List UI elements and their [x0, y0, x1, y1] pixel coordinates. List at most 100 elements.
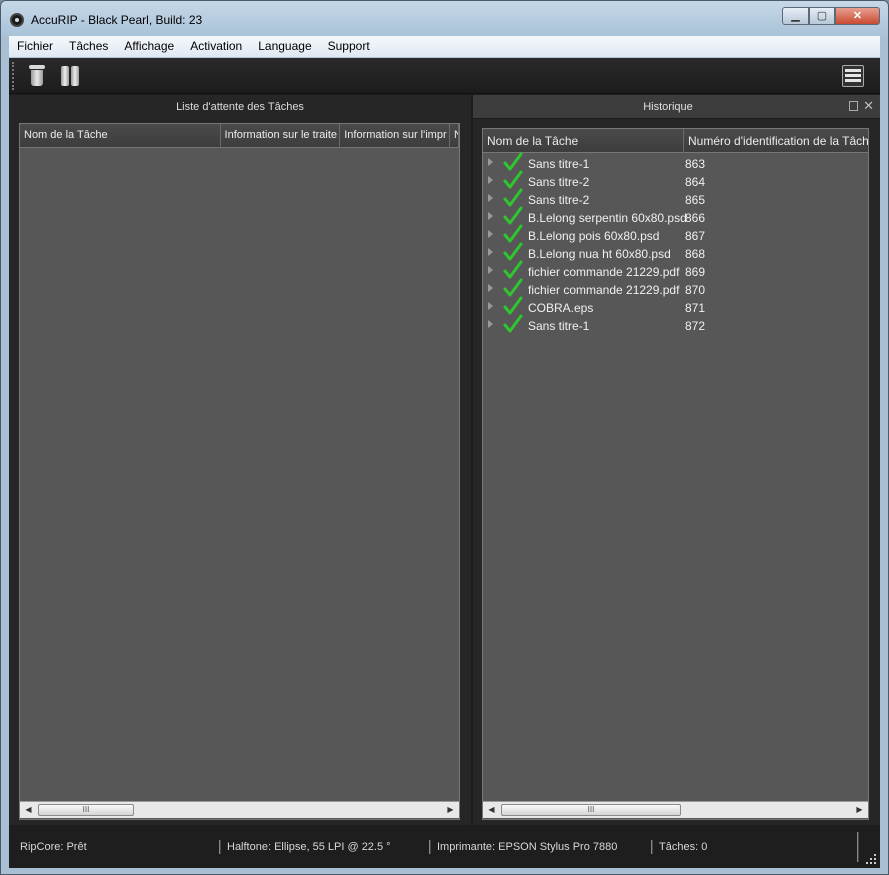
printer-label: Imprimante:: [437, 841, 496, 853]
checkmark-icon: [503, 170, 523, 189]
status-halftone: Halftone: Ellipse, 55 LPI @ 22.5 °: [227, 841, 391, 853]
table-row[interactable]: B.Lelong pois 60x80.psd 867: [483, 224, 868, 244]
task-name: fichier commande 21229.pdf: [528, 283, 680, 297]
task-id: 869: [685, 265, 706, 279]
ripcore-value: Prêt: [66, 841, 87, 853]
queue-hscrollbar[interactable]: ◀ III ▶: [20, 801, 459, 818]
task-id: 865: [685, 193, 706, 207]
queue-panel: Liste d'attente des Tâches Nom de la Tâc…: [9, 95, 471, 825]
app-logo-icon[interactable]: [10, 13, 24, 27]
menu-bar: Fichier Tâches Affichage Activation Lang…: [9, 36, 880, 58]
expand-arrow-icon[interactable]: [488, 266, 493, 274]
scroll-thumb[interactable]: III: [501, 804, 681, 816]
toolbar: [9, 58, 880, 94]
task-id: 868: [685, 247, 706, 261]
checkmark-icon: [503, 314, 523, 333]
table-row[interactable]: Sans titre-1 872: [483, 314, 868, 334]
expand-arrow-icon[interactable]: [488, 194, 493, 202]
expand-arrow-icon[interactable]: [488, 320, 493, 328]
close-button[interactable]: ✕: [835, 7, 880, 25]
table-row[interactable]: COBRA.eps 871: [483, 296, 868, 316]
task-name: Sans titre-2: [528, 175, 590, 189]
expand-arrow-icon[interactable]: [488, 284, 493, 292]
history-col-id[interactable]: Numéro d'identification de la Tâch: [684, 129, 868, 153]
task-id: 870: [685, 283, 706, 297]
queue-col-printer[interactable]: Information sur l'impr: [340, 124, 450, 148]
task-name: B.Lelong serpentin 60x80.psd: [528, 211, 687, 225]
title-bar[interactable]: AccuRIP - Black Pearl, Build: 23 ▁ ▢ ✕: [1, 1, 888, 36]
expand-arrow-icon[interactable]: [488, 176, 493, 184]
halftone-value: Ellipse, 55 LPI @ 22.5 °: [274, 841, 391, 853]
menu-support[interactable]: Support: [320, 36, 378, 58]
printer-value: EPSON Stylus Pro 7880: [498, 841, 618, 853]
queue-title: Liste d'attente des Tâches: [176, 101, 304, 113]
menu-language[interactable]: Language: [250, 36, 319, 58]
task-id: 871: [685, 301, 706, 315]
table-row[interactable]: B.Lelong nua ht 60x80.psd 868: [483, 242, 868, 262]
halftone-label: Halftone:: [227, 841, 272, 853]
task-name: fichier commande 21229.pdf: [528, 265, 680, 279]
checkmark-icon: [503, 278, 523, 297]
expand-arrow-icon[interactable]: [488, 248, 493, 256]
history-table[interactable]: Nom de la Tâche Numéro d'identification …: [482, 128, 869, 820]
task-id: 867: [685, 229, 706, 243]
menu-affichage[interactable]: Affichage: [116, 36, 182, 58]
history-col-name[interactable]: Nom de la Tâche: [483, 129, 684, 153]
history-hscrollbar[interactable]: ◀ III ▶: [483, 801, 868, 818]
minimize-button[interactable]: ▁: [782, 7, 809, 25]
history-table-header: Nom de la Tâche Numéro d'identification …: [483, 129, 868, 153]
scroll-right-icon[interactable]: ▶: [442, 802, 459, 818]
scroll-left-icon[interactable]: ◀: [483, 802, 500, 818]
expand-arrow-icon[interactable]: [488, 302, 493, 310]
queue-table[interactable]: Nom de la Tâche Information sur le trait…: [19, 123, 460, 820]
queue-col-n[interactable]: N: [450, 124, 459, 148]
expand-arrow-icon[interactable]: [488, 212, 493, 220]
tasks-value: 0: [701, 841, 708, 853]
task-name: COBRA.eps: [528, 301, 594, 315]
queue-col-processing[interactable]: Information sur le traite: [221, 124, 341, 148]
window-controls: ▁ ▢ ✕: [782, 7, 880, 25]
history-dock-header[interactable]: Historique ✕: [473, 95, 880, 119]
resize-grip-icon[interactable]: [866, 854, 876, 864]
scroll-left-icon[interactable]: ◀: [20, 802, 37, 818]
task-name: B.Lelong pois 60x80.psd: [528, 229, 660, 243]
task-name: B.Lelong nua ht 60x80.psd: [528, 247, 671, 261]
expand-arrow-icon[interactable]: [488, 230, 493, 238]
checkmark-icon: [503, 260, 523, 279]
table-row[interactable]: fichier commande 21229.pdf 869: [483, 260, 868, 280]
history-title: Historique: [643, 101, 693, 113]
status-tasks: Tâches: 0: [659, 841, 707, 853]
queue-col-name[interactable]: Nom de la Tâche: [20, 124, 221, 148]
table-row[interactable]: Sans titre-2 864: [483, 170, 868, 190]
checkmark-icon: [503, 188, 523, 207]
checkmark-icon: [503, 152, 523, 171]
history-rows: Sans titre-1 863 Sans titre-2 864 Sans titre…: [483, 152, 868, 334]
task-name: Sans titre-1: [528, 319, 590, 333]
task-id: 864: [685, 175, 706, 189]
table-row[interactable]: Sans titre-1 863: [483, 152, 868, 172]
menu-taches[interactable]: Tâches: [61, 36, 116, 58]
dock-close-icon[interactable]: ✕: [863, 98, 874, 114]
table-row[interactable]: Sans titre-2 865: [483, 188, 868, 208]
status-divider: [429, 840, 431, 854]
scroll-thumb[interactable]: III: [38, 804, 134, 816]
menu-activation[interactable]: Activation: [182, 36, 250, 58]
float-icon[interactable]: [849, 101, 858, 111]
status-printer: Imprimante: EPSON Stylus Pro 7880: [437, 841, 617, 853]
scroll-right-icon[interactable]: ▶: [851, 802, 868, 818]
table-row[interactable]: B.Lelong serpentin 60x80.psd 866: [483, 206, 868, 226]
task-name: Sans titre-1: [528, 157, 590, 171]
toolbar-grip[interactable]: [12, 62, 14, 90]
task-name: Sans titre-2: [528, 193, 590, 207]
task-id: 866: [685, 211, 706, 225]
maximize-button[interactable]: ▢: [809, 7, 835, 25]
trash-icon[interactable]: [27, 64, 49, 88]
expand-arrow-icon[interactable]: [488, 158, 493, 166]
menu-icon[interactable]: [842, 65, 864, 87]
checkmark-icon: [503, 296, 523, 315]
status-divider: [857, 832, 859, 862]
pause-icon[interactable]: [59, 64, 81, 88]
table-row[interactable]: fichier commande 21229.pdf 870: [483, 278, 868, 298]
app-window: AccuRIP - Black Pearl, Build: 23 ▁ ▢ ✕ F…: [0, 0, 889, 875]
menu-fichier[interactable]: Fichier: [9, 36, 61, 58]
